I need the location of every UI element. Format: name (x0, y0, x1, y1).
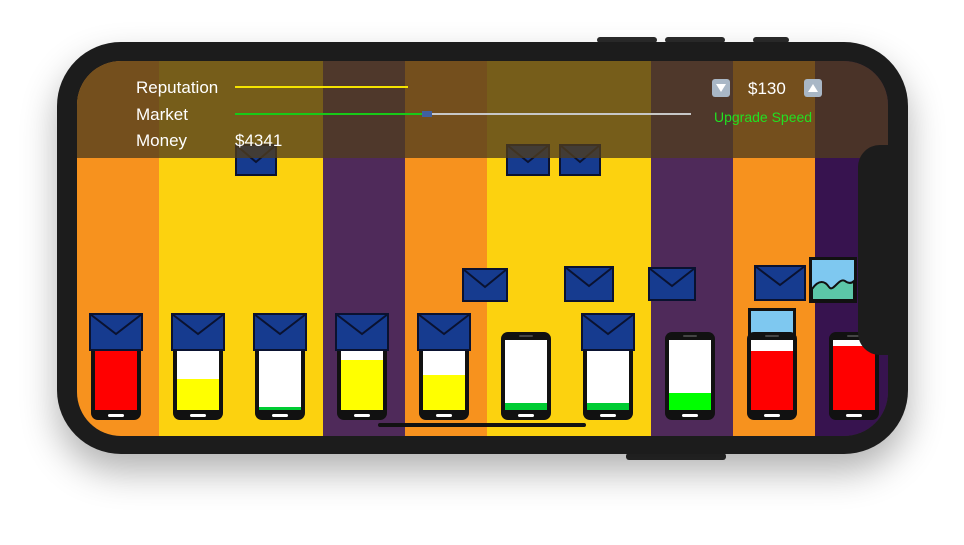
phone-home-bar (846, 414, 862, 417)
home-indicator (378, 423, 586, 427)
phone-fill-level (505, 403, 547, 410)
chevron-up-icon (808, 84, 818, 92)
customer-phone[interactable] (501, 332, 551, 420)
envelope-icon (335, 313, 389, 351)
money-value: $4341 (235, 131, 283, 150)
phone-home-bar (682, 414, 698, 417)
market-slider-thumb[interactable] (421, 111, 432, 117)
price-value: $130 (748, 79, 786, 98)
phone-home-bar (764, 414, 780, 417)
reputation-label: Reputation (136, 78, 219, 97)
phone-fill-level (259, 406, 301, 410)
hud-panel: Reputation Market Money $4341 $130 Upgra… (77, 61, 888, 158)
phone-home-bar (600, 414, 616, 417)
envelope-icon (417, 313, 471, 351)
customer-phone[interactable] (665, 332, 715, 420)
device-notch (858, 145, 908, 355)
customer-phone[interactable] (747, 332, 797, 420)
envelope-icon (171, 313, 225, 351)
market-label: Market (136, 105, 188, 124)
phone-home-bar (354, 414, 370, 417)
phone-fill-level (751, 350, 793, 410)
envelope-icon (581, 313, 635, 351)
market-slider[interactable] (235, 111, 691, 117)
price-decrease-button[interactable] (712, 79, 730, 97)
game-screen[interactable]: Reputation Market Money $4341 $130 Upgra… (77, 61, 888, 436)
phone-fill-level (341, 359, 383, 410)
price-increase-button[interactable] (804, 79, 822, 97)
envelope-icon (253, 313, 307, 351)
phone-screen (505, 340, 547, 410)
phone-fill-level (587, 403, 629, 410)
phone-fill-level (177, 378, 219, 410)
reputation-bar (235, 86, 409, 88)
phone-speaker (519, 335, 533, 337)
phone-screen (669, 340, 711, 410)
market-slider-fill (235, 113, 427, 115)
device-button-bottom (626, 453, 726, 460)
phone-speaker (683, 335, 697, 337)
phone-home-bar (436, 414, 452, 417)
phone-fill-level (423, 375, 465, 410)
phone-home-bar (518, 414, 534, 417)
phone-speaker (765, 335, 779, 337)
upgrade-speed-button[interactable]: Upgrade Speed (714, 109, 812, 125)
envelope-icon (89, 313, 143, 351)
phone-screen (751, 340, 793, 410)
chevron-down-icon (716, 84, 726, 92)
envelope-icon (648, 267, 696, 301)
envelope-icon (462, 268, 508, 302)
phone-home-bar (272, 414, 288, 417)
phone-home-bar (190, 414, 206, 417)
picture-icon (809, 257, 857, 303)
phone-fill-level (669, 392, 711, 410)
money-label: Money (136, 131, 188, 150)
envelope-icon (564, 266, 614, 302)
envelope-icon (754, 265, 806, 301)
phone-fill-level (833, 345, 875, 410)
phone-home-bar (108, 414, 124, 417)
